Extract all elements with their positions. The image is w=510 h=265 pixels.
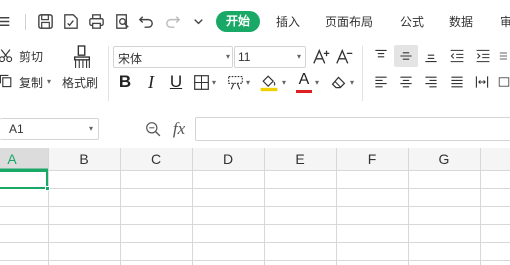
column-header-b[interactable]: B bbox=[48, 148, 120, 170]
more-alignment-icon[interactable] bbox=[498, 45, 510, 67]
font-name-value: 宋体 bbox=[118, 52, 143, 66]
bold-glyph: B bbox=[118, 72, 132, 91]
font-color-dropdown-icon[interactable]: ▾ bbox=[315, 78, 319, 87]
fx-label: fx bbox=[172, 119, 186, 138]
underline-button[interactable]: U bbox=[165, 71, 187, 93]
name-box[interactable]: A1 ▾ bbox=[0, 118, 99, 140]
insert-function-button[interactable]: fx bbox=[168, 118, 190, 140]
borders-icon[interactable] bbox=[190, 71, 212, 93]
chevron-down-icon: ▾ bbox=[297, 52, 302, 61]
menu-icon[interactable] bbox=[0, 8, 18, 34]
clear-format-icon[interactable] bbox=[327, 71, 349, 93]
ribbon: 剪切 复制 ▾ 格式刷 宋体 ▾ 11 ▾ B I U ▾ ▾ ▾ A ▾ ▾ bbox=[0, 42, 510, 108]
decrease-indent-icon[interactable] bbox=[446, 45, 468, 67]
tab-insert[interactable]: 插入 bbox=[276, 13, 300, 31]
font-color-swatch bbox=[296, 89, 312, 93]
copy-dropdown-icon[interactable]: ▾ bbox=[47, 77, 51, 86]
separator bbox=[108, 46, 109, 101]
selected-cell-a1[interactable] bbox=[0, 170, 48, 189]
fill-color-dropdown-icon[interactable]: ▾ bbox=[282, 78, 286, 87]
chevron-down-icon: ▾ bbox=[226, 52, 231, 61]
align-middle-icon[interactable] bbox=[394, 45, 418, 67]
increase-indent-icon[interactable] bbox=[472, 45, 494, 67]
column-header-c[interactable]: C bbox=[120, 148, 192, 170]
font-size-select[interactable]: 11 ▾ bbox=[234, 46, 306, 68]
font-color-button[interactable]: A bbox=[293, 70, 315, 94]
export-pdf-icon[interactable] bbox=[57, 8, 83, 34]
format-painter-label[interactable]: 格式刷 bbox=[62, 74, 98, 91]
fill-format-dropdown-icon[interactable]: ▾ bbox=[246, 78, 250, 87]
decrease-font-size-icon[interactable] bbox=[334, 46, 356, 68]
copy-label[interactable]: 复制 bbox=[19, 74, 43, 91]
font-name-select[interactable]: 宋体 ▾ bbox=[113, 46, 233, 68]
italic-glyph: I bbox=[148, 71, 154, 92]
increase-font-size-icon[interactable] bbox=[311, 46, 333, 68]
fill-format-icon[interactable] bbox=[224, 71, 246, 93]
underline-glyph: U bbox=[169, 72, 183, 91]
borders-dropdown-icon[interactable]: ▾ bbox=[212, 78, 216, 87]
column-header-e[interactable]: E bbox=[264, 148, 336, 170]
save-icon[interactable] bbox=[32, 8, 58, 34]
fill-color-icon[interactable] bbox=[257, 70, 281, 94]
bold-button[interactable]: B bbox=[114, 71, 136, 93]
separator bbox=[25, 14, 26, 30]
distributed-align-icon[interactable] bbox=[471, 71, 493, 93]
align-bottom-icon[interactable] bbox=[420, 45, 442, 67]
formula-bar: A1 ▾ fx bbox=[0, 108, 510, 148]
tab-data[interactable]: 数据 bbox=[449, 13, 473, 31]
formula-input[interactable] bbox=[195, 117, 510, 141]
tab-page-layout[interactable]: 页面布局 bbox=[325, 13, 373, 31]
undo-icon[interactable] bbox=[133, 8, 159, 34]
align-center-icon[interactable] bbox=[395, 71, 417, 93]
chevron-down-icon: ▾ bbox=[89, 124, 94, 133]
font-size-value: 11 bbox=[238, 50, 251, 64]
cut-label[interactable]: 剪切 bbox=[19, 48, 43, 65]
format-painter-icon[interactable] bbox=[70, 44, 94, 70]
italic-button[interactable]: I bbox=[140, 71, 162, 93]
cut-icon[interactable] bbox=[0, 46, 16, 66]
column-header-g[interactable]: G bbox=[408, 148, 480, 170]
font-color-glyph: A bbox=[298, 70, 310, 88]
align-left-icon[interactable] bbox=[370, 71, 392, 93]
column-header-d[interactable]: D bbox=[192, 148, 264, 170]
print-icon[interactable] bbox=[83, 8, 109, 34]
customize-chevron-icon[interactable] bbox=[185, 8, 211, 34]
tab-review[interactable]: 审 bbox=[500, 13, 510, 31]
copy-icon[interactable] bbox=[0, 71, 16, 91]
clear-format-dropdown-icon[interactable]: ▾ bbox=[350, 78, 354, 87]
column-header-f[interactable]: F bbox=[336, 148, 408, 170]
tab-formulas[interactable]: 公式 bbox=[400, 13, 424, 31]
name-box-value: A1 bbox=[9, 122, 24, 136]
zoom-function-icon[interactable] bbox=[142, 118, 164, 140]
column-header-a[interactable]: A bbox=[0, 148, 24, 170]
print-preview-icon[interactable] bbox=[109, 8, 135, 34]
fill-handle[interactable] bbox=[45, 186, 50, 191]
justify-icon[interactable] bbox=[446, 71, 468, 93]
align-top-icon[interactable] bbox=[370, 45, 392, 67]
tab-home[interactable]: 开始 bbox=[216, 11, 260, 32]
separator bbox=[362, 46, 363, 101]
align-right-icon[interactable] bbox=[420, 71, 442, 93]
merge-cells-icon[interactable] bbox=[498, 71, 510, 93]
redo-icon[interactable] bbox=[159, 8, 185, 34]
quick-access-bar: 开始 插入 页面布局 公式 数据 审 bbox=[0, 0, 510, 42]
